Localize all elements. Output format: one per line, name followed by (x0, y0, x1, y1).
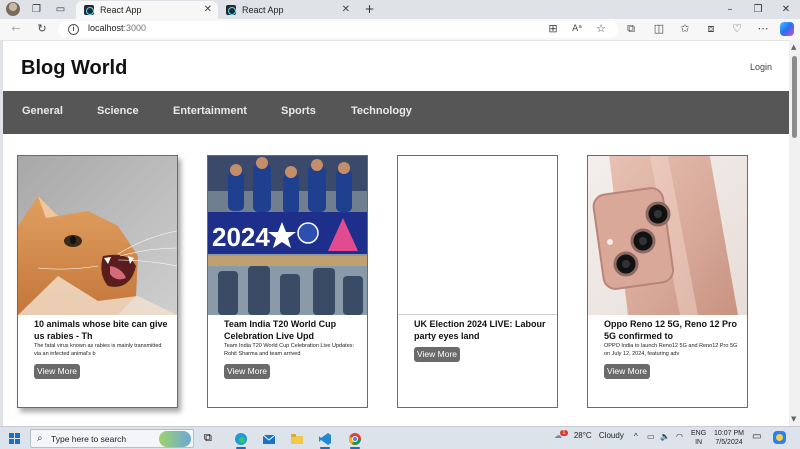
close-tab-icon[interactable]: ✕ (342, 1, 350, 19)
clock-time: 10:07 PM (714, 430, 744, 437)
news-card: Oppo Reno 12 5G, Reno 12 Pro 5G confirme… (587, 155, 748, 408)
windows-taskbar: ⌕ Type here to search ⧉ ☁ 1 28°C Cloudy … (0, 426, 800, 449)
search-icon: ⌕ (37, 433, 43, 444)
vscode-app-icon[interactable] (318, 431, 332, 449)
wifi-icon[interactable]: ◠ (676, 432, 683, 441)
app-available-icon[interactable]: ⊞ (546, 22, 560, 36)
restore-icon[interactable]: ❐ (748, 1, 768, 18)
minimize-icon[interactable]: – (720, 1, 740, 18)
category-sports[interactable]: Sports (281, 105, 316, 117)
region-code: IN (695, 439, 703, 446)
scrollbar-thumb[interactable] (792, 56, 797, 138)
card-title[interactable]: 10 animals whose bite can give us rabies… (34, 318, 168, 342)
show-hidden-icons-icon[interactable]: ^ (634, 432, 638, 441)
cat-photo (18, 156, 177, 315)
scroll-up-arrow-icon[interactable]: ▲ (791, 43, 796, 51)
search-placeholder: Type here to search (51, 434, 127, 444)
browser-tab-strip: ❐ ▭ React App ✕ React App ✕ + – ❐ ✕ (0, 0, 800, 19)
cricket-team-bus-photo: 2024 (208, 156, 367, 315)
weather-condition: Cloudy (598, 431, 624, 440)
taskbar-search-box[interactable]: ⌕ Type here to search (30, 429, 194, 448)
search-highlight-icon (159, 431, 191, 447)
refresh-icon[interactable]: ↻ (35, 22, 49, 36)
file-explorer-icon[interactable] (290, 431, 304, 445)
mail-app-icon[interactable] (262, 431, 276, 445)
category-nav: General Science Entertainment Sports Tec… (3, 91, 789, 134)
close-window-icon[interactable]: ✕ (776, 1, 796, 18)
browser-essentials-icon[interactable]: ♡ (730, 22, 744, 36)
view-more-button[interactable]: View More (604, 364, 650, 379)
scroll-down-arrow-icon[interactable]: ▼ (791, 415, 796, 423)
site-header: Blog World Login (3, 41, 789, 91)
language-code: ENG (691, 430, 707, 437)
card-description: The fatal virus known as rabies is mainl… (34, 343, 162, 357)
extensions-icon[interactable]: ⧉ (624, 22, 638, 36)
category-entertainment[interactable]: Entertainment (173, 105, 247, 117)
language-indicator[interactable]: ENG IN (691, 429, 706, 447)
tab-react-app-1[interactable]: React App ✕ (76, 1, 218, 19)
card-title[interactable]: UK Election 2024 LIVE: Labour party eyes… (414, 318, 548, 342)
category-general[interactable]: General (22, 105, 63, 117)
card-description: OPPO India to launch Reno12 5G and Reno1… (604, 343, 738, 357)
pink-phone-photo (588, 156, 747, 315)
copilot-taskbar-icon[interactable] (772, 430, 787, 447)
tab-actions-icon[interactable]: ▭ (54, 3, 67, 16)
site-brand[interactable]: Blog World (21, 57, 127, 80)
tab-react-app-2[interactable]: React App ✕ (218, 1, 356, 19)
view-more-button[interactable]: View More (414, 347, 460, 362)
split-screen-icon[interactable]: ◫ (652, 22, 666, 36)
banner-year: 2024 (212, 222, 270, 252)
page-scrollbar[interactable]: ▲ ▼ (789, 40, 800, 426)
network-icon[interactable]: ▭ (647, 432, 655, 441)
copilot-icon[interactable] (780, 22, 794, 36)
favorite-star-icon[interactable]: ☆ (594, 22, 608, 36)
news-card: 2024 Team India T20 World Cup Celebratio… (207, 155, 368, 408)
favorites-icon[interactable]: ✩ (678, 22, 692, 36)
category-science[interactable]: Science (97, 105, 139, 117)
weather-widget[interactable]: ☁ 1 28°C Cloudy (554, 430, 624, 440)
category-technology[interactable]: Technology (351, 105, 412, 117)
notifications-icon[interactable]: ▭ (752, 431, 761, 442)
speaker-icon[interactable]: 🔈 (660, 432, 670, 441)
card-title[interactable]: Oppo Reno 12 5G, Reno 12 Pro 5G confirme… (604, 318, 738, 342)
react-favicon-icon (226, 5, 236, 15)
card-title[interactable]: Team India T20 World Cup Celebration Liv… (224, 318, 358, 342)
tab-title: React App (100, 5, 142, 15)
profile-avatar[interactable] (6, 2, 20, 16)
new-tab-plus-icon[interactable]: + (363, 3, 376, 16)
browser-toolbar: ← ↻ i localhost:3000 ⊞ Aᵃ ☆ ⧉ ◫ ✩ ⧈ ♡ ⋯ (0, 19, 800, 40)
view-more-button[interactable]: View More (34, 364, 80, 379)
page-viewport: Blog World Login General Science Enterta… (3, 40, 789, 426)
news-card: 10 animals whose bite can give us rabies… (17, 155, 178, 408)
collections-icon[interactable]: ⧈ (704, 22, 718, 36)
address-bar[interactable]: i localhost:3000 (58, 21, 618, 38)
edge-app-icon[interactable] (234, 431, 248, 449)
card-image-placeholder (398, 156, 557, 315)
site-info-icon[interactable]: i (68, 24, 79, 35)
tab-title: React App (242, 5, 284, 15)
card-image (18, 156, 177, 315)
close-tab-icon[interactable]: ✕ (204, 1, 212, 19)
workspaces-icon[interactable]: ❐ (30, 3, 43, 16)
weather-badge: 1 (560, 430, 568, 436)
windows-start-icon[interactable] (9, 433, 20, 444)
news-card: UK Election 2024 LIVE: Labour party eyes… (397, 155, 558, 408)
system-clock[interactable]: 10:07 PM 7/5/2024 (712, 429, 746, 447)
weather-temp: 28°C (573, 431, 592, 440)
clock-date: 7/5/2024 (715, 439, 743, 446)
back-arrow-icon[interactable]: ← (9, 22, 23, 36)
card-image (588, 156, 747, 315)
card-image: 2024 (208, 156, 367, 315)
read-aloud-icon[interactable]: Aᵃ (570, 22, 584, 36)
task-view-icon[interactable]: ⧉ (204, 431, 218, 445)
more-menu-icon[interactable]: ⋯ (756, 22, 770, 36)
view-more-button[interactable]: View More (224, 364, 270, 379)
react-favicon-icon (84, 5, 94, 15)
address-url: localhost:3000 (88, 23, 147, 33)
card-description: Team India T20 World Cup Celebration Liv… (224, 343, 355, 357)
login-link[interactable]: Login (750, 62, 772, 72)
chrome-app-icon[interactable] (348, 431, 362, 449)
